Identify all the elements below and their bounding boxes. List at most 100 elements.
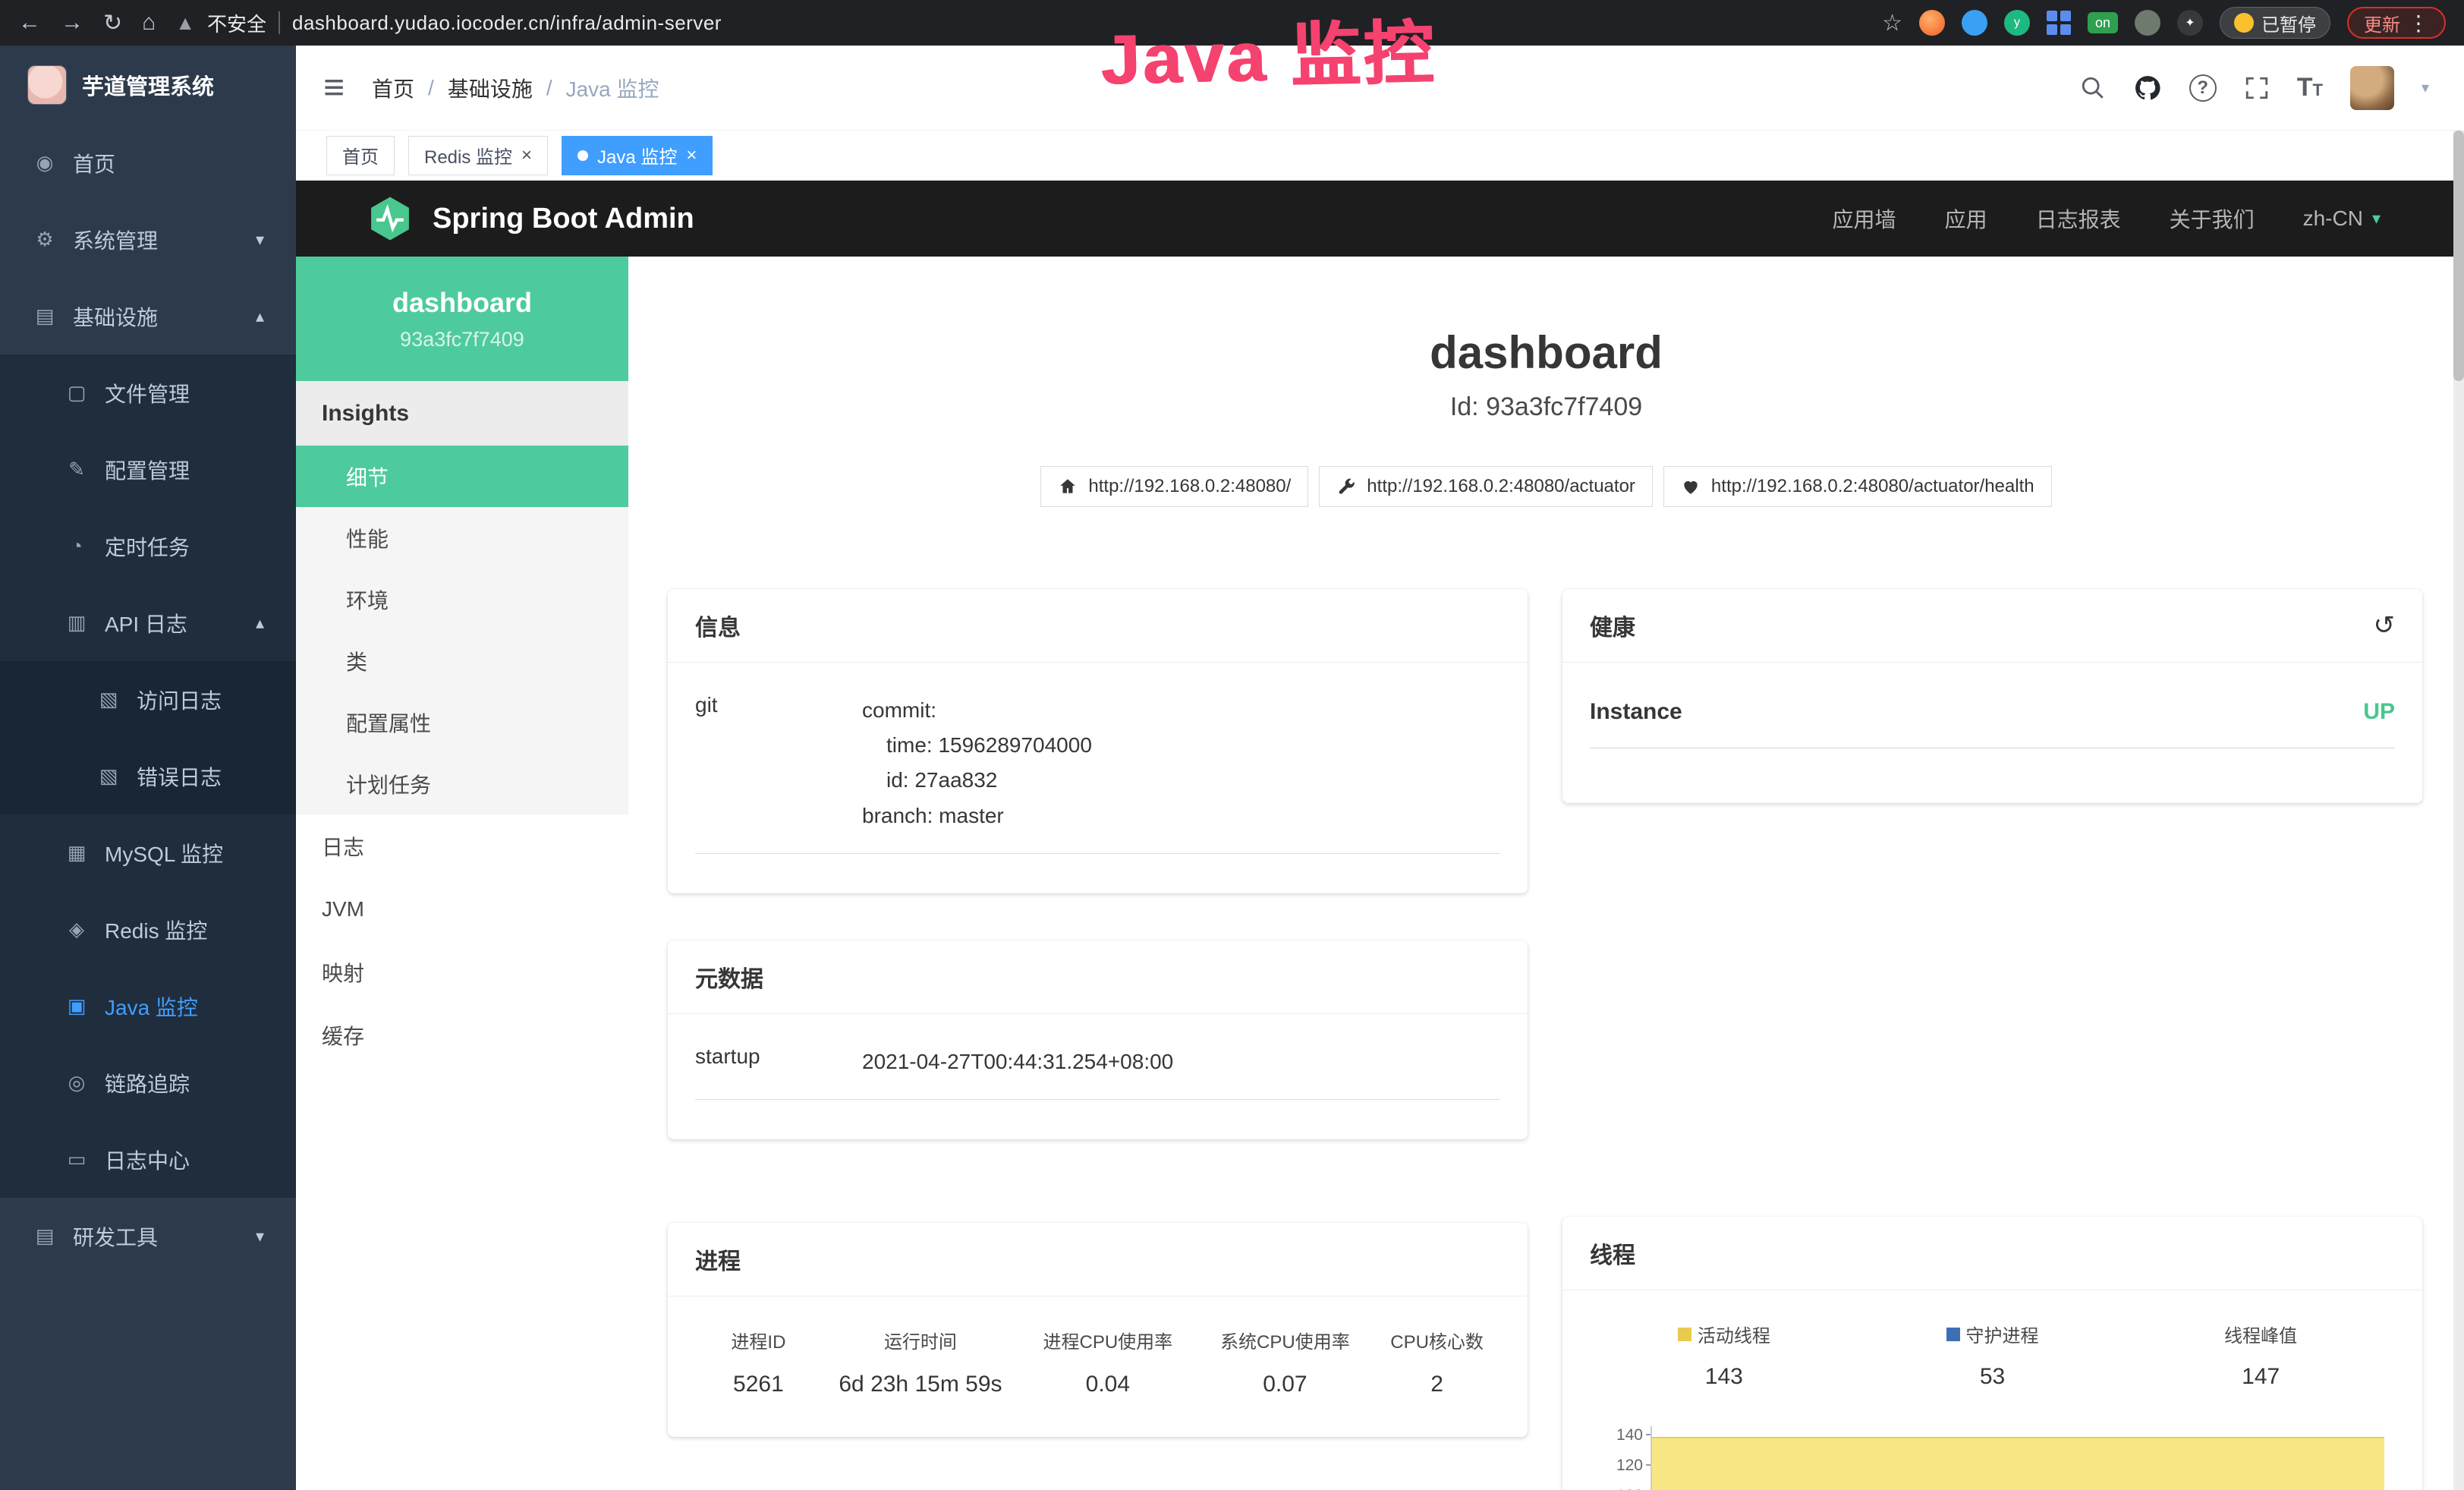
close-icon[interactable]: × [686,146,697,165]
info-value: commit: time: 1596289704000 id: 27aa832 … [862,693,1500,833]
api-log-icon: ▥ [64,611,90,635]
process-card-header: 进程 [668,1223,1528,1296]
sidebar-item-file-management[interactable]: ▢ 文件管理 [0,354,296,431]
legend-square-yellow [1678,1328,1691,1341]
breadcrumb: 首页 / 基础设施 / Java 监控 [372,73,659,103]
process-col-cpu-cores: CPU核心数 2 [1374,1327,1500,1397]
health-card-body: Instance UP [1562,663,2422,803]
tab-java-monitor[interactable]: Java 监控 × [562,136,713,175]
sidebar-item-system[interactable]: ⚙ 系统管理 ▾ [0,201,296,278]
bookmark-star-icon[interactable]: ☆ [1882,10,1902,36]
extension-icon[interactable] [1919,10,1945,36]
sidebar-item-config-management[interactable]: ✎ 配置管理 [0,431,296,508]
tab-home[interactable]: 首页 [326,136,395,175]
sba-nav-journal[interactable]: 日志报表 [2036,203,2121,234]
scrollbar-thumb[interactable] [2453,131,2464,381]
service-url-link[interactable]: http://192.168.0.2:48080/ [1040,466,1308,507]
sidebar-item-jvm[interactable]: JVM [296,877,628,940]
home-icon[interactable]: ⌂ [142,10,156,36]
help-icon[interactable]: ? [2189,74,2217,102]
sidebar-item-java-monitor[interactable]: ▣ Java 监控 [0,968,296,1044]
fullscreen-icon[interactable] [2244,75,2270,101]
breadcrumb-infrastructure[interactable]: 基础设施 [448,73,533,103]
user-avatar[interactable] [2350,66,2394,110]
heart-icon [1681,477,1701,496]
paused-badge[interactable]: 已暂停 [2220,7,2330,39]
sidebar-item-scheduled-tasks[interactable]: ◔ 定时任务 [0,508,296,584]
smiley-icon [2234,13,2254,33]
legend-square-blue [1946,1328,1960,1341]
insights-item-classes[interactable]: 类 [296,630,628,691]
history-icon[interactable]: ↺ [2374,610,2396,641]
edit-icon: ✎ [64,458,90,481]
insights-item-environment[interactable]: 环境 [296,569,628,630]
sidebar-item-tracing[interactable]: ◎ 链路追踪 [0,1044,296,1121]
chevron-down-icon: ▾ [2372,209,2381,228]
sba-nav-applications[interactable]: 应用 [1945,203,1987,234]
chevron-down-icon: ▾ [256,230,264,250]
back-icon[interactable]: ← [18,10,41,36]
extension-puzzle-icon[interactable]: ✦ [2177,10,2203,36]
sidebar-item-api-logs[interactable]: ▥ API 日志 ▴ [0,584,296,661]
health-url-link[interactable]: http://192.168.0.2:48080/actuator/health [1663,466,2052,507]
extension-icon[interactable]: y [2004,10,2030,36]
forward-icon[interactable]: → [61,10,83,36]
sidebar-item-redis-monitor[interactable]: ◈ Redis 监控 [0,891,296,968]
chevron-down-icon[interactable]: ▾ [2422,78,2429,97]
sidebar-item-access-logs[interactable]: ▧ 访问日志 [0,661,296,738]
github-icon[interactable] [2133,74,2162,102]
close-icon[interactable]: × [521,146,532,165]
sba-nav-about[interactable]: 关于我们 [2170,203,2255,234]
extension-leaf-icon[interactable] [2135,10,2160,36]
main-content: dashboard Id: 93a3fc7f7409 http://192.16… [628,257,2464,1490]
search-icon[interactable] [2080,75,2106,101]
info-card-header: 信息 [668,589,1528,663]
sidebar-item-mysql-monitor[interactable]: ▦ MySQL 监控 [0,814,296,891]
extension-grid-icon[interactable] [2047,11,2071,35]
sidebar-item-error-logs[interactable]: ▧ 错误日志 [0,738,296,814]
tab-redis-monitor[interactable]: Redis 监控 × [408,136,548,175]
sidebar-item-infrastructure[interactable]: ▤ 基础设施 ▴ [0,278,296,354]
process-card-body: 进程ID 5261 运行时间 6d 23h 15m 59s 进程CPU使用率 0… [668,1296,1528,1437]
sidebar-item-logs[interactable]: 日志 [296,814,628,877]
health-instance-row: Instance UP [1590,699,2395,748]
extension-on-icon[interactable]: on [2088,12,2118,33]
hamburger-icon[interactable]: ≡ [323,70,345,106]
instance-header[interactable]: dashboard 93a3fc7f7409 [296,257,628,381]
divider [278,11,280,34]
health-card: 健康 ↺ Instance UP [1562,589,2422,803]
sba-logo-icon [366,194,414,243]
app-logo-row[interactable]: 芋道管理系统 [0,46,296,124]
insights-item-details[interactable]: 细节 [296,446,628,507]
dev-tools-icon: ▤ [32,1224,58,1248]
security-label: 不安全 [207,9,266,37]
sba-navbar: Spring Boot Admin 应用墙 应用 日志报表 关于我们 zh-CN… [296,181,2464,257]
insights-item-scheduled-tasks[interactable]: 计划任务 [296,753,628,814]
sidebar-item-caches[interactable]: 缓存 [296,1003,628,1066]
sba-nav-wallboard[interactable]: 应用墙 [1833,203,1896,234]
process-col-system-cpu: 系统CPU使用率 0.07 [1197,1327,1374,1397]
process-card: 进程 进程ID 5261 运行时间 6d 23h 15m 59s 进程C [668,1223,1528,1437]
insights-section-label: Insights [296,381,628,446]
insights-item-metrics[interactable]: 性能 [296,507,628,569]
kebab-menu-icon[interactable]: ⋮ [2408,11,2429,36]
page-scrollbar[interactable] [2453,131,2464,1490]
extension-icon[interactable] [1962,10,1987,36]
sidebar-item-dev-tools[interactable]: ▤ 研发工具 ▾ [0,1198,296,1274]
insights-item-config-props[interactable]: 配置属性 [296,691,628,753]
threads-card: 线程 活动线程 143 [1562,1217,2422,1490]
breadcrumb-home[interactable]: 首页 [372,73,414,103]
actuator-url-link[interactable]: http://192.168.0.2:48080/actuator [1319,466,1653,507]
sba-locale-select[interactable]: zh-CN ▾ [2303,206,2381,231]
instance-links: http://192.168.0.2:48080/ http://192.168… [628,466,2464,507]
address-bar[interactable]: ▲ 不安全 dashboard.yudao.iocoder.cn/infra/a… [175,9,722,37]
sba-brand[interactable]: Spring Boot Admin [366,194,694,243]
sidebar-item-mappings[interactable]: 映射 [296,940,628,1003]
reload-icon[interactable]: ↻ [103,10,122,36]
redis-icon: ◈ [64,918,90,941]
sidebar-item-home[interactable]: ◉ 首页 [0,124,296,201]
sidebar-item-log-center[interactable]: ▭ 日志中心 [0,1121,296,1198]
font-size-icon[interactable]: TT [2297,73,2323,102]
url-text[interactable]: dashboard.yudao.iocoder.cn/infra/admin-s… [292,11,722,35]
update-button[interactable]: 更新 ⋮ [2347,7,2446,39]
